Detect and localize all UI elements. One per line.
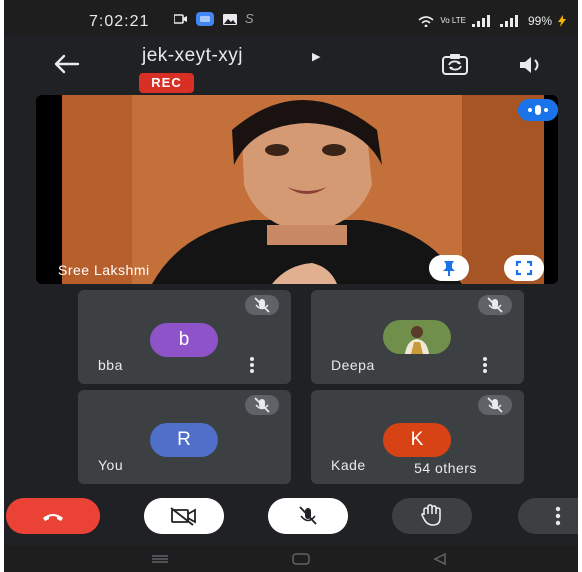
- raise-hand-button[interactable]: [392, 498, 472, 534]
- avatar-photo: [383, 320, 451, 354]
- more-options-icon[interactable]: [248, 356, 256, 374]
- avatar: K: [383, 423, 451, 457]
- meet-app-screen: 7:02:21 S Vo LTE 99% jek-xeyt-xyj ▶ REC: [4, 0, 578, 572]
- video-call-status-icon: [174, 14, 187, 24]
- back-nav-icon[interactable]: [432, 552, 448, 566]
- status-bar: 7:02:21 S Vo LTE 99%: [4, 0, 578, 36]
- volte-label: Vo LTE: [440, 16, 466, 25]
- switch-camera-icon[interactable]: [440, 52, 470, 78]
- signal-bars-icon: [471, 15, 490, 27]
- signal-bars-2-icon: [499, 15, 518, 27]
- mic-off-button[interactable]: [268, 498, 348, 534]
- participant-name: You: [98, 457, 124, 473]
- more-options-icon[interactable]: [481, 356, 489, 374]
- muted-mic-icon: [478, 395, 512, 415]
- fullscreen-icon[interactable]: [504, 255, 544, 281]
- pin-icon[interactable]: [429, 255, 469, 281]
- speaker-icon[interactable]: [516, 52, 546, 78]
- meeting-details-caret-icon[interactable]: ▶: [312, 50, 320, 63]
- participant-tile[interactable]: Deepa: [311, 290, 524, 384]
- recent-apps-icon[interactable]: [150, 554, 170, 564]
- main-participant-name: Sree Lakshmi: [58, 262, 150, 278]
- end-call-button[interactable]: [6, 498, 100, 534]
- muted-mic-icon: [478, 295, 512, 315]
- status-right-group: Vo LTE 99%: [418, 14, 566, 28]
- meet-app-status-icon: [196, 12, 214, 26]
- avatar: R: [150, 423, 218, 457]
- camera-off-button[interactable]: [144, 498, 224, 534]
- muted-mic-icon: [245, 395, 279, 415]
- system-nav-bar: [4, 546, 578, 572]
- more-options-button[interactable]: [518, 498, 578, 534]
- charging-bolt-icon: [558, 15, 566, 27]
- others-count-chip[interactable]: 54 others: [389, 457, 502, 479]
- avatar: b: [150, 323, 218, 357]
- participant-name: Kade: [331, 457, 366, 473]
- gallery-status-icon: [223, 14, 237, 25]
- participant-name: Deepa: [331, 357, 375, 373]
- participant-tile[interactable]: R You: [78, 390, 291, 484]
- recording-badge: REC: [139, 73, 194, 93]
- status-time: 7:02:21: [89, 13, 150, 30]
- battery-percent: 99%: [527, 14, 552, 28]
- wifi-icon: [418, 16, 434, 27]
- meeting-code-title[interactable]: jek-xeyt-xyj: [142, 45, 243, 67]
- speaking-indicator-icon: [518, 99, 558, 121]
- main-video-tile[interactable]: Sree Lakshmi: [36, 95, 558, 284]
- back-arrow-icon[interactable]: [52, 52, 80, 76]
- s-app-status-icon: S: [245, 11, 254, 26]
- participant-video-feed: [62, 95, 544, 284]
- participant-tile[interactable]: b bba: [78, 290, 291, 384]
- participant-name: bba: [98, 357, 123, 373]
- home-icon[interactable]: [291, 552, 311, 566]
- muted-mic-icon: [245, 295, 279, 315]
